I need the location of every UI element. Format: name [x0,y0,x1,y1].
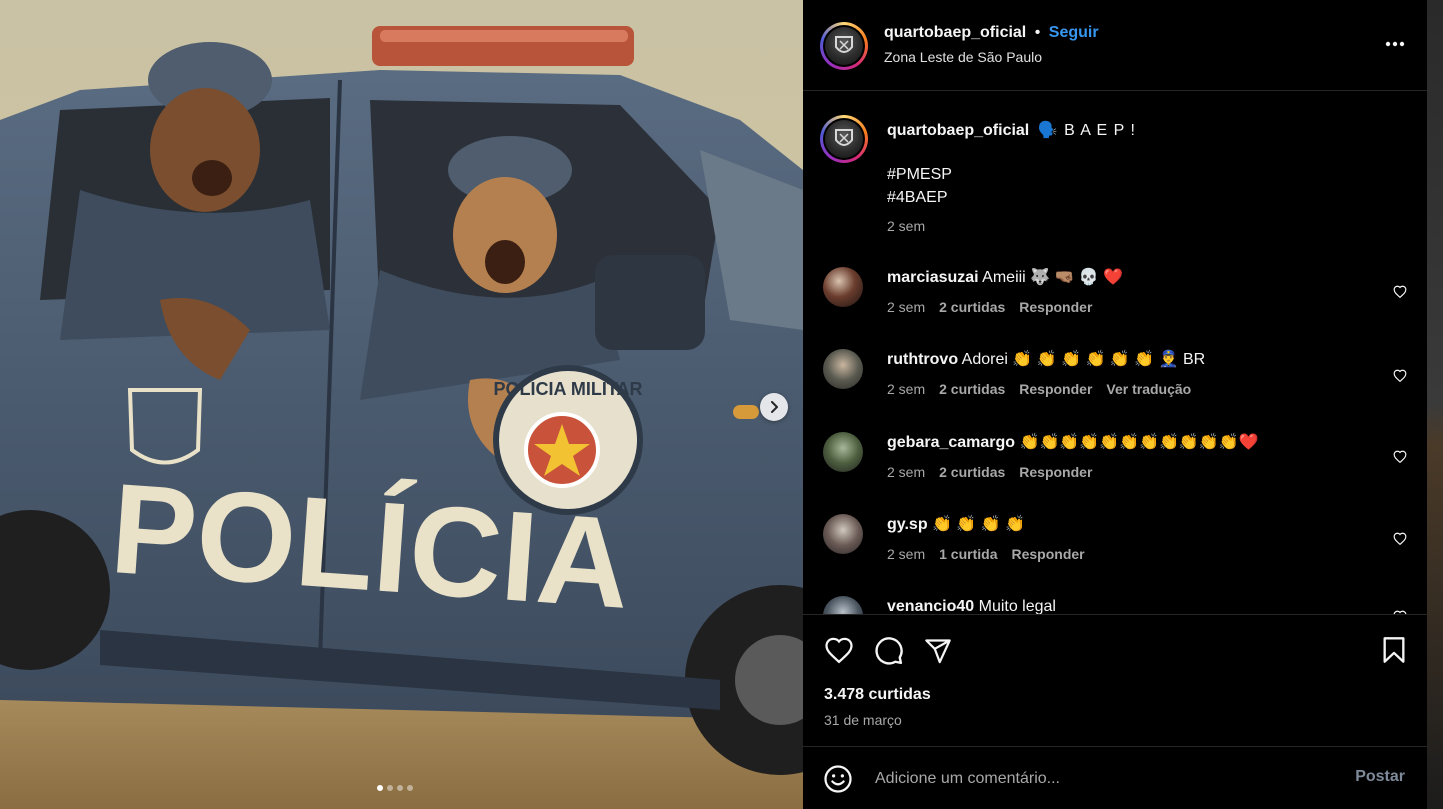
comment-item: venancio40 Muito legal [823,596,1407,614]
comment-item: ruthtrovo Adorei 👏 👏 👏 👏 👏 👏 👮‍♂️ BR 2 s… [823,349,1407,409]
comment-likes[interactable]: 2 curtidas [939,299,1005,315]
heart-icon [1393,369,1407,383]
comment-likes[interactable]: 2 curtidas [939,381,1005,397]
comment-time[interactable]: 2 sem [887,546,925,562]
comment-item: gebara_camargo 👏👏👏👏👏👏👏👏👏👏👏❤️ 2 sem 2 cur… [823,432,1407,492]
avatar[interactable] [823,596,863,614]
shield-logo-icon [825,120,863,158]
seal-text: POLICIA MILITAR [494,379,643,399]
comment-icon [875,637,903,665]
heart-icon [1393,285,1407,299]
comment-time[interactable]: 2 sem [887,299,925,315]
emoji-button[interactable] [823,764,853,799]
like-button[interactable] [824,636,854,669]
caption-time[interactable]: 2 sem [887,218,1407,234]
send-icon [925,639,951,664]
post-comment-button[interactable]: Postar [1355,768,1405,786]
likes-count[interactable]: 3.478 curtidas [824,686,931,704]
carousel-dot [397,785,403,791]
comment-username[interactable]: gy.sp [887,516,928,533]
reply-button[interactable]: Responder [1019,381,1092,397]
post-media[interactable]: POLICIA MILITAR POLÍCIA [0,0,803,809]
reply-button[interactable]: Responder [1011,546,1084,562]
translate-button[interactable]: Ver tradução [1106,381,1191,397]
post-details-panel: quartobaep_oficial • Seguir Zona Leste d… [803,0,1427,809]
author-username[interactable]: quartobaep_oficial [884,24,1026,41]
like-comment-button[interactable] [1393,532,1407,550]
comment-username[interactable]: ruthtrovo [887,351,958,368]
bookmark-icon [1383,637,1405,663]
comment-likes[interactable]: 2 curtidas [939,464,1005,480]
avatar[interactable] [823,349,863,389]
caption-username[interactable]: quartobaep_oficial [887,122,1029,139]
reply-button[interactable]: Responder [1019,299,1092,315]
comment-time[interactable]: 2 sem [887,381,925,397]
shield-logo-icon [825,27,863,65]
carousel-dot [377,785,383,791]
avatar[interactable] [823,267,863,307]
hashtag-link[interactable]: #PMESP [887,163,1407,186]
add-comment-bar: Postar [803,746,1427,809]
carousel-dot [387,785,393,791]
like-comment-button[interactable] [1393,450,1407,468]
carousel-dot [407,785,413,791]
comment-button[interactable] [874,636,904,671]
comment-item: gy.sp 👏 👏 👏 👏 2 sem 1 curtida Responder [823,514,1407,574]
comments-list[interactable]: quartobaep_oficial 🗣️ B A E P ! #PMESP #… [803,91,1427,614]
comment-text: 👏 👏 👏 👏 [932,516,1026,533]
follow-button[interactable]: Seguir [1049,24,1099,41]
background-strip [1427,0,1443,809]
comment-text: 👏👏👏👏👏👏👏👏👏👏👏❤️ [1019,434,1259,451]
emoji-icon [824,765,852,793]
comment-time[interactable]: 2 sem [887,464,925,480]
like-comment-button[interactable] [1393,285,1407,303]
heart-icon [825,637,853,664]
more-horizontal-icon [1385,41,1405,47]
carousel-indicator [377,785,413,791]
avatar[interactable] [823,432,863,472]
caption: quartobaep_oficial 🗣️ B A E P ! #PMESP #… [887,119,1407,234]
hashtag-link[interactable]: #4BAEP [887,186,1407,209]
post-actions: 3.478 curtidas 31 de março [803,614,1427,747]
comment-likes[interactable]: 1 curtida [939,546,997,562]
share-button[interactable] [924,637,952,670]
save-button[interactable] [1381,636,1407,669]
separator-dot: • [1034,24,1041,41]
like-comment-button[interactable] [1393,369,1407,387]
post-date[interactable]: 31 de março [824,712,902,728]
caption-avatar[interactable] [820,115,868,163]
heart-icon [1393,450,1407,464]
post-location[interactable]: Zona Leste de São Paulo [884,49,1042,65]
author-avatar[interactable] [820,22,868,70]
comment-text: Ameiii 🐺 🤜🏽 💀 ❤️ [982,269,1124,286]
avatar[interactable] [823,514,863,554]
chevron-right-icon [771,401,778,413]
comment-text: Adorei 👏 👏 👏 👏 👏 👏 👮‍♂️ BR [961,351,1206,368]
more-options-button[interactable] [1385,34,1405,52]
comment-input[interactable] [873,764,1337,794]
carousel-next-button[interactable] [760,393,788,421]
comment-username[interactable]: gebara_camargo [887,434,1015,451]
caption-text: 🗣️ B A E P ! [1037,122,1136,139]
comment-text: Muito legal [978,598,1056,614]
reply-button[interactable]: Responder [1019,464,1092,480]
post-header: quartobaep_oficial • Seguir Zona Leste d… [803,0,1427,91]
post-image: POLICIA MILITAR POLÍCIA [0,0,803,809]
comment-username[interactable]: venancio40 [887,598,974,614]
comment-item: marciasuzai Ameiii 🐺 🤜🏽 💀 ❤️ 2 sem 2 cur… [823,267,1407,327]
comment-username[interactable]: marciasuzai [887,269,979,286]
heart-icon [1393,532,1407,546]
